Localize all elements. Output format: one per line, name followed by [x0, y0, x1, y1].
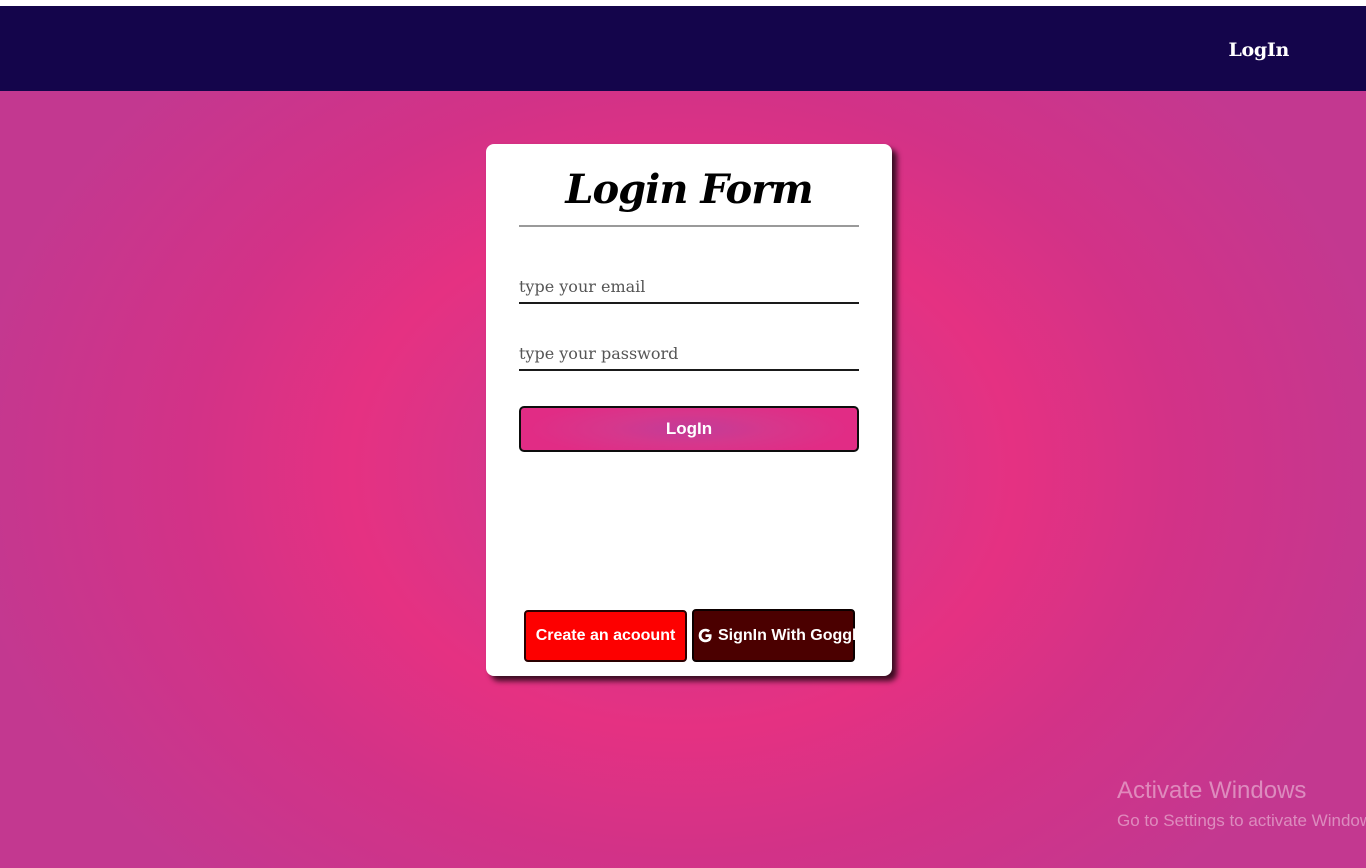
- title-divider: [519, 225, 859, 227]
- nav-login-link[interactable]: LogIn: [1228, 39, 1289, 61]
- login-card: Login Form LogIn Create an acoount SignI…: [486, 144, 892, 676]
- password-field[interactable]: [519, 337, 859, 371]
- google-signin-button[interactable]: SignIn With Goggle: [692, 609, 865, 662]
- navbar: LogIn: [0, 6, 1366, 91]
- google-signin-label: SignIn With Goggle: [718, 626, 866, 644]
- email-field[interactable]: [519, 270, 859, 304]
- form-title: Login Form: [565, 166, 813, 213]
- activate-windows-subtitle: Go to Settings to activate Windows.: [1117, 811, 1366, 830]
- create-account-button[interactable]: Create an acoount: [524, 610, 687, 662]
- google-icon: [697, 627, 714, 644]
- login-button[interactable]: LogIn: [519, 406, 859, 452]
- activate-windows-title: Activate Windows: [1117, 777, 1307, 804]
